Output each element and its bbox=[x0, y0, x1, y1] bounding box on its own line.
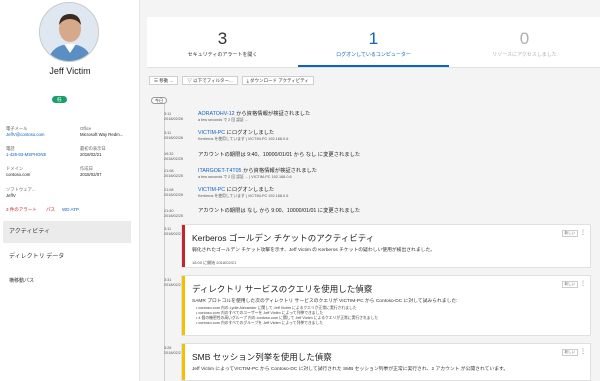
risk-badge: 低 bbox=[52, 96, 67, 103]
more-icon[interactable]: ⋮ bbox=[580, 348, 586, 355]
more-icon[interactable]: ⋮ bbox=[580, 229, 586, 236]
event-time: 21:40 2018/02/25 bbox=[164, 209, 184, 218]
download-button[interactable]: ⤓ ダウンロード アクティビティ bbox=[241, 76, 314, 85]
timeline-event: アカウントの期限は なし から 9:00、10000/01/01 に変更されまし… bbox=[198, 208, 361, 214]
timeline-event: AORATOHV-12 から資格情報が検証されました a few seconds … bbox=[198, 111, 311, 122]
email-field: 電子メール JeffV@contoso.com bbox=[6, 126, 45, 138]
nav-activity[interactable]: アクティビティ bbox=[3, 221, 131, 243]
first-seen-field: 最初の表示日 2018/02/21 bbox=[80, 146, 106, 157]
timeline-event: VICTIM-PC にログオンしました Kerberos を使用しています | V… bbox=[198, 130, 289, 141]
software-field: ソフトウェア... JeffV bbox=[6, 187, 36, 198]
timeline-event: VICTIM-PC にログオンしました Kerberos を使用しています | V… bbox=[198, 187, 289, 198]
stats-bar: 3 セキュリティのアラートを開く 1 ログオンしているコンピューター 0 リソー… bbox=[147, 17, 600, 68]
severity-bar bbox=[182, 344, 185, 380]
stat-resources[interactable]: 0 リソースにアクセスしました bbox=[449, 17, 600, 67]
stat-logged-computers[interactable]: 1 ログオンしているコンピューター bbox=[298, 17, 449, 67]
alerts-tag[interactable]: 3 件のアラート bbox=[6, 207, 37, 213]
phone-link[interactable]: 1-425-93-MSPHONE bbox=[6, 152, 46, 158]
phone-field: 電話 1-425-93-MSPHONE bbox=[6, 146, 47, 158]
event-time: 3:11 2018/02/26 bbox=[164, 112, 184, 121]
path-tag[interactable]: パス bbox=[46, 207, 55, 213]
alert-card-smb-enum[interactable]: 新しい ⋮ SMB セッション列挙を使用した偵察 Jeff Victim によっ… bbox=[181, 343, 591, 381]
event-time: 19:32 2018/02/25 bbox=[164, 152, 184, 161]
event-time: 21:08 2018/02/25 bbox=[164, 188, 184, 197]
computer-link[interactable]: ITARGOET-T4T05 bbox=[198, 168, 241, 174]
computer-link[interactable]: AORATOHV-12 bbox=[198, 111, 235, 117]
nav-lateral-paths[interactable]: 横移動パス bbox=[3, 274, 131, 288]
severity-bar bbox=[182, 225, 185, 267]
nav-directory-data[interactable]: ディレクトリ データ bbox=[3, 251, 131, 263]
event-time: 3:11 2018/02/26 bbox=[164, 131, 184, 140]
timeline-line bbox=[164, 104, 165, 381]
alert-card-golden-ticket[interactable]: 新しい ⋮ Kerberos ゴールデン チケットのアクティビティ 弱化されたゴ… bbox=[181, 224, 591, 268]
severity-bar bbox=[182, 276, 185, 335]
domain-field: ドメイン contoso.com bbox=[6, 166, 31, 177]
main-area: 3 セキュリティのアラートを開く 1 ログオンしているコンピューター 0 リソー… bbox=[140, 0, 600, 381]
user-name: Jeff Victim bbox=[49, 66, 91, 76]
timeline-event: ITARGOET-T4T05 から資格情報が検証されました a few secon… bbox=[198, 168, 318, 179]
avatar bbox=[39, 2, 99, 62]
created-field: 作成日 2018/02/07 bbox=[80, 166, 102, 177]
office-field: Office Microsoft Way Redm... bbox=[80, 126, 124, 137]
alert-card-directory-query[interactable]: 新しい ⋮ ディレクトリ サービスのクエリを使用した偵察 SAMR プロトコルを… bbox=[181, 275, 591, 336]
event-time: 21:08 2018/02/25 bbox=[164, 169, 184, 178]
list-item: • contoso.com 内のすべてのグループを Jeff Victim によ… bbox=[196, 321, 324, 326]
wdatp-tag[interactable]: WD ATP bbox=[62, 207, 79, 212]
more-icon[interactable]: ⋮ bbox=[580, 280, 586, 287]
computer-link[interactable]: VICTIM-PC bbox=[198, 187, 225, 193]
timeline-event: アカウントの期限は 9:40、10000/01/01 から なし に変更されまし… bbox=[198, 152, 361, 158]
computer-link[interactable]: VICTIM-PC bbox=[198, 130, 225, 136]
stat-alerts[interactable]: 3 セキュリティのアラートを開く bbox=[147, 17, 298, 67]
user-profile-panel: Jeff Victim 低 電子メール JeffV@contoso.com Of… bbox=[0, 0, 140, 381]
email-link[interactable]: JeffV@contoso.com bbox=[6, 132, 44, 138]
filter-button[interactable]: ▽ 以下でフィルター... bbox=[182, 76, 238, 85]
move-button[interactable]: ☰ 移動 ... bbox=[149, 76, 179, 85]
activity-toolbar: ☰ 移動 ... ▽ 以下でフィルター... ⤓ ダウンロード アクティビティ bbox=[149, 76, 314, 85]
today-pill: 今日 bbox=[151, 97, 167, 104]
